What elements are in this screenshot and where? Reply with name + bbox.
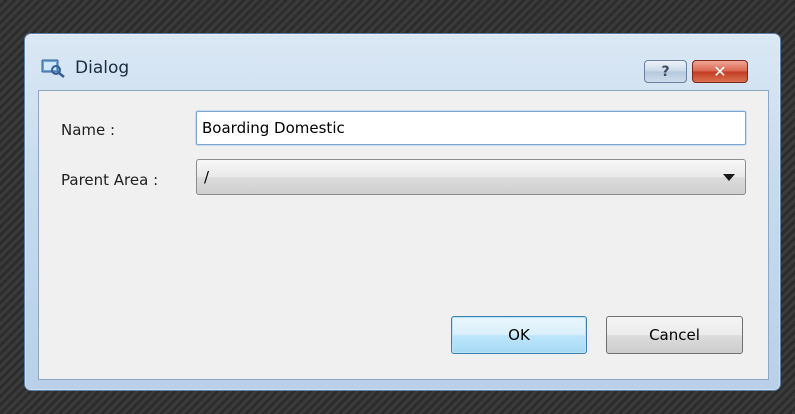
cancel-button-label: Cancel [649, 326, 700, 344]
chevron-down-icon[interactable] [723, 174, 735, 181]
title-bar[interactable]: Dialog ? ✕ [25, 34, 780, 89]
parent-area-dropdown[interactable]: / [196, 159, 746, 195]
dialog-content: Name : Boarding Domestic Parent Area : /… [38, 90, 769, 380]
name-label: Name : [61, 121, 116, 139]
app-window-icon [41, 58, 65, 78]
ok-button-label: OK [508, 326, 530, 344]
parent-area-value: / [204, 168, 210, 186]
help-button[interactable]: ? [644, 60, 687, 83]
window-title: Dialog [75, 58, 130, 78]
cancel-button[interactable]: Cancel [606, 316, 743, 354]
parent-area-label: Parent Area : [61, 171, 159, 189]
ok-button[interactable]: OK [451, 316, 587, 354]
close-button[interactable]: ✕ [692, 60, 748, 83]
name-input-value: Boarding Domestic [202, 119, 345, 137]
name-input[interactable]: Boarding Domestic [196, 111, 746, 145]
dialog-window: Dialog ? ✕ Name : Boarding Domestic Pare… [24, 33, 781, 391]
close-icon: ✕ [713, 62, 727, 81]
help-icon: ? [661, 63, 670, 80]
